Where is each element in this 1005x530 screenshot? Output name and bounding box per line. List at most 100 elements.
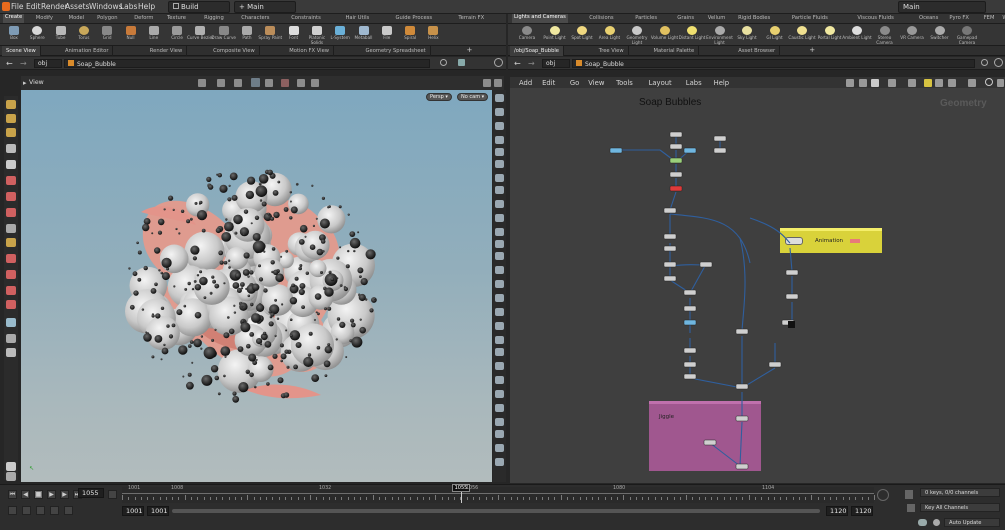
houdini-logo-icon[interactable] xyxy=(2,2,10,11)
pane-tab-motion-fx-view[interactable]: Motion FX View xyxy=(285,46,335,56)
menu-labs[interactable]: Labs xyxy=(120,2,137,11)
shelf-tab-viscous-fluids[interactable]: Viscous Fluids xyxy=(857,15,893,21)
viewport-tool-icon[interactable] xyxy=(6,254,16,263)
shelf-tab-lights-and-cameras[interactable]: Lights and Cameras xyxy=(512,14,568,23)
chat-icon[interactable] xyxy=(918,519,927,526)
shelf-tab-rigging[interactable]: Rigging xyxy=(204,15,224,21)
display-option-icon[interactable] xyxy=(495,404,504,412)
display-option-icon[interactable] xyxy=(495,214,504,222)
tool-icon[interactable] xyxy=(217,79,225,87)
viewport-tool-icon[interactable] xyxy=(6,318,16,327)
tool-torus[interactable]: Torus xyxy=(73,25,95,45)
network-node[interactable] xyxy=(735,383,749,390)
loop-icon[interactable] xyxy=(36,506,45,515)
tool-metaball[interactable]: Metaball xyxy=(353,25,375,45)
network-node[interactable] xyxy=(735,328,749,335)
tool-platonic-solids[interactable]: Platonic Solids xyxy=(306,25,328,45)
network-menu-edit[interactable]: Edit xyxy=(542,79,555,87)
shelf-tab-grains[interactable]: Grains xyxy=(677,15,694,21)
settings-icon[interactable] xyxy=(905,490,913,499)
network-menu-tools[interactable]: Tools xyxy=(616,79,633,87)
key-all-channels-button[interactable]: Key All Channels xyxy=(920,503,1000,512)
network-node[interactable] xyxy=(785,293,799,300)
network-tool-icon[interactable] xyxy=(871,79,879,87)
display-option-icon[interactable] xyxy=(495,94,504,102)
viewport-tool-icon[interactable] xyxy=(6,238,16,247)
display-option-icon[interactable] xyxy=(495,308,504,316)
path-node-left[interactable]: Soap_Bubble xyxy=(64,59,430,68)
tool-volume-light[interactable]: Volume Light xyxy=(651,25,678,45)
display-option-icon[interactable] xyxy=(495,228,504,236)
display-option-icon[interactable] xyxy=(495,390,504,398)
display-option-icon[interactable] xyxy=(495,418,504,426)
network-node[interactable] xyxy=(683,347,697,354)
tool-circle[interactable]: Circle xyxy=(166,25,188,45)
viewport-tool-icon[interactable] xyxy=(6,100,16,109)
help-icon[interactable] xyxy=(494,58,503,67)
viewport-tool-icon[interactable] xyxy=(6,334,16,343)
display-option-icon[interactable] xyxy=(495,108,504,116)
network-node[interactable] xyxy=(699,261,713,268)
add-tab-icon[interactable]: + xyxy=(809,46,815,54)
pane-tab-obj-soap-bubble[interactable]: /obj/Soap_Bubble xyxy=(510,46,565,56)
tool-spiral[interactable]: Spiral xyxy=(399,25,421,45)
viewport-tool-icon[interactable] xyxy=(6,462,16,471)
audio-icon[interactable] xyxy=(877,489,889,501)
tool-helix[interactable]: Helix xyxy=(422,25,444,45)
network-editor[interactable]: Soap Bubbles Geometry Animation Jiggle xyxy=(510,88,1005,483)
network-node[interactable] xyxy=(669,143,683,150)
grid-icon[interactable] xyxy=(251,78,260,87)
network-menu-labs[interactable]: Labs xyxy=(686,79,702,87)
display-option-icon[interactable] xyxy=(495,362,504,370)
viewport-tool-icon[interactable] xyxy=(6,192,16,201)
start-frame-field[interactable]: 1001 xyxy=(122,506,144,516)
tool-icon[interactable] xyxy=(483,79,491,87)
tool-distant-light[interactable]: Distant Light xyxy=(679,25,705,45)
tool-point-light[interactable]: Point Light xyxy=(543,25,566,45)
tool-null[interactable]: Null xyxy=(120,25,142,45)
network-menu-go[interactable]: Go xyxy=(570,79,579,87)
network-node[interactable] xyxy=(683,305,697,312)
display-option-icon[interactable] xyxy=(495,160,504,168)
step-icon[interactable] xyxy=(108,490,117,499)
tool-ambient-light[interactable]: Ambient Light xyxy=(842,25,872,45)
display-option-icon[interactable] xyxy=(495,294,504,302)
key-icon[interactable] xyxy=(907,504,915,512)
pane-tab-render-view[interactable]: Render View xyxy=(146,46,188,56)
display-option-icon[interactable] xyxy=(495,186,504,194)
tool-icon[interactable] xyxy=(234,79,242,87)
viewport-tool-icon[interactable] xyxy=(6,286,16,295)
shelf-tab-vellum[interactable]: Vellum xyxy=(708,15,726,21)
network-menu-view[interactable]: View xyxy=(588,79,604,87)
tool-icon[interactable] xyxy=(494,79,502,87)
menu-help[interactable]: Help xyxy=(138,2,155,11)
play-icon[interactable]: ▶ xyxy=(47,490,56,499)
tool-portal-light[interactable]: Portal Light xyxy=(818,25,841,45)
tool-path[interactable]: Path xyxy=(236,25,258,45)
network-node[interactable] xyxy=(683,147,697,154)
tool-file[interactable]: File xyxy=(376,25,398,45)
network-tool-icon[interactable] xyxy=(859,79,867,87)
display-option-icon[interactable] xyxy=(495,458,504,466)
network-node[interactable] xyxy=(609,147,623,154)
shelf-tab-guide-process[interactable]: Guide Process xyxy=(396,15,433,21)
tool-spray-paint[interactable]: Spray Paint xyxy=(258,25,282,45)
help-icon[interactable] xyxy=(994,58,1003,67)
view-arrow-icon[interactable]: ▸ xyxy=(23,79,27,87)
shelf-tab-terrain-fx[interactable]: Terrain FX xyxy=(458,15,484,21)
viewport-tool-icon[interactable] xyxy=(6,224,16,233)
end-frame-field[interactable]: 1120 xyxy=(826,506,848,516)
display-option-icon[interactable] xyxy=(495,136,504,144)
pin-icon[interactable] xyxy=(440,59,447,66)
network-tool-icon[interactable] xyxy=(924,79,932,87)
tool-spot-light[interactable]: Spot Light xyxy=(571,25,593,45)
shelf-tab-particles[interactable]: Particles xyxy=(635,15,657,21)
viewport-tool-icon[interactable] xyxy=(6,300,16,309)
viewport-tool-icon[interactable] xyxy=(6,176,16,185)
tool-gamepad-camera[interactable]: Gamepad Camera xyxy=(956,25,978,45)
network-node[interactable] xyxy=(735,415,749,422)
shelf-tab-constraints[interactable]: Constraints xyxy=(291,15,321,21)
network-node[interactable] xyxy=(669,185,683,192)
realtime-icon[interactable] xyxy=(22,506,31,515)
tool-icon[interactable] xyxy=(281,79,289,87)
